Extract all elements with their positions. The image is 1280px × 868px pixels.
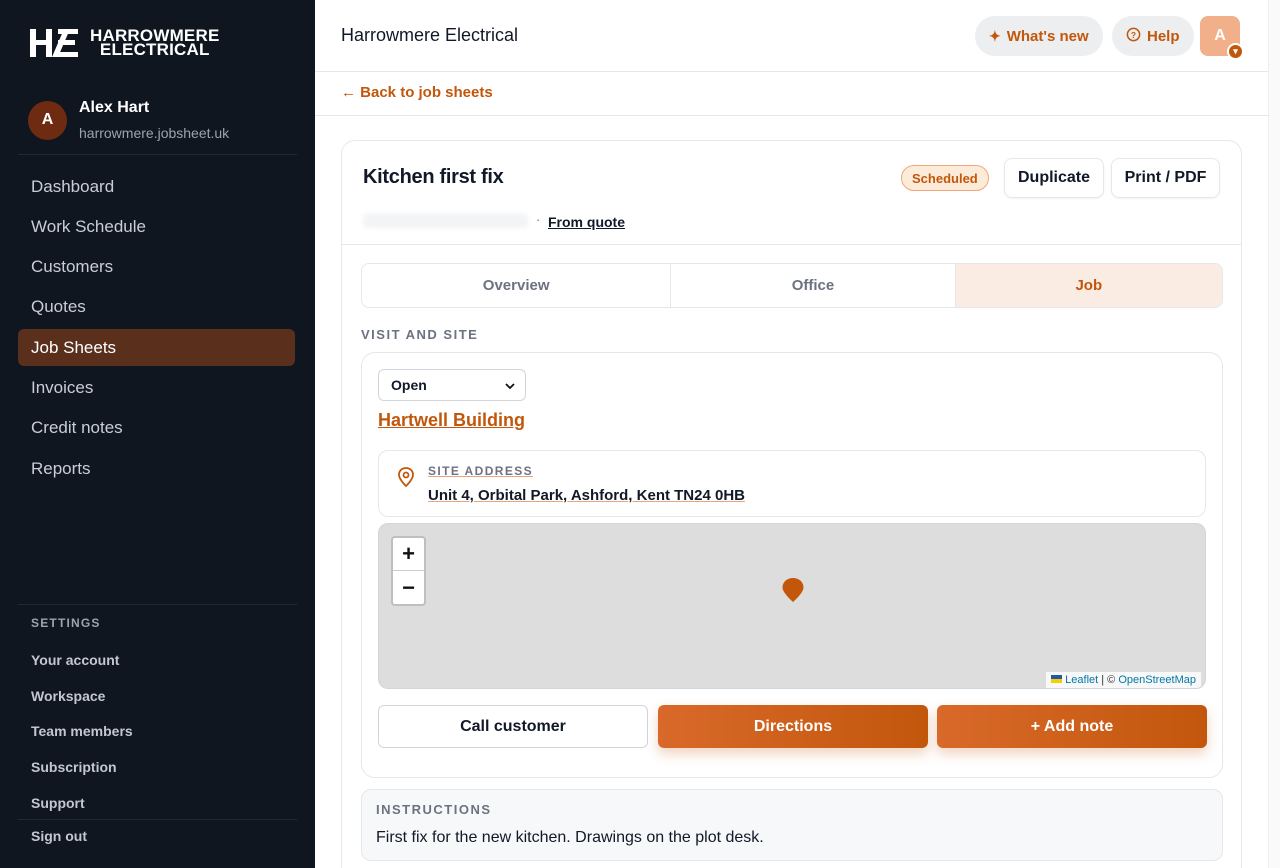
instructions-label: INSTRUCTIONS xyxy=(376,802,492,817)
add-note-button[interactable]: + Add note xyxy=(937,705,1207,748)
call-customer-button[interactable]: Call customer xyxy=(378,705,648,748)
job-title: Kitchen first fix xyxy=(363,166,504,188)
site-address-text[interactable]: Unit 4, Orbital Park, Ashford, Kent TN24… xyxy=(428,487,745,504)
tab-job[interactable]: Job xyxy=(955,264,1222,307)
from-quote-link[interactable]: From quote xyxy=(548,214,625,230)
map-marker-icon[interactable] xyxy=(781,576,805,604)
back-bar: ← Back to job sheets xyxy=(315,72,1280,116)
site-address-label: SITE ADDRESS xyxy=(428,464,534,478)
sidebar-item-job-sheets[interactable]: Job Sheets xyxy=(18,329,295,367)
sidebar-item-quotes[interactable]: Quotes xyxy=(18,289,295,326)
site-map[interactable]: + − Leaflet | © OpenStreetMap xyxy=(378,523,1206,689)
zoom-out-button[interactable]: − xyxy=(393,571,424,604)
location-pin-icon xyxy=(398,467,414,488)
settings-item-team-members[interactable]: Team members xyxy=(31,714,133,750)
help-circle-icon: ? xyxy=(1126,27,1141,45)
sidebar-item-work-schedule[interactable]: Work Schedule xyxy=(18,208,295,245)
chevron-down-icon xyxy=(505,377,515,393)
chevron-down-icon: ▾ xyxy=(1227,43,1244,60)
visit-section-label: VISIT AND SITE xyxy=(361,327,479,342)
whats-new-button[interactable]: ✦ What's new xyxy=(975,16,1103,56)
sidebar-item-dashboard[interactable]: Dashboard xyxy=(18,168,295,205)
settings-item-your-account[interactable]: Your account xyxy=(31,642,133,678)
directions-button[interactable]: Directions xyxy=(658,705,928,748)
instructions-panel: INSTRUCTIONS First fix for the new kitch… xyxy=(361,789,1223,861)
logo-mark-icon xyxy=(30,29,78,57)
app-title: Harrowmere Electrical xyxy=(341,25,519,45)
brand-logo[interactable]: HARROWMERE ELECTRICAL xyxy=(30,27,220,59)
back-to-job-sheets-link[interactable]: ← Back to job sheets xyxy=(341,84,493,101)
user-avatar: A xyxy=(28,100,67,140)
sidebar-item-customers[interactable]: Customers xyxy=(18,249,295,286)
settings-item-support[interactable]: Support xyxy=(31,785,133,821)
user-name: Alex Hart xyxy=(79,99,150,116)
user-domain: harrowmere.jobsheet.uk xyxy=(79,125,230,141)
brand-line-2: ELECTRICAL xyxy=(99,40,210,59)
brand-name: HARROWMERE ELECTRICAL xyxy=(90,27,220,59)
settings-item-workspace[interactable]: Workspace xyxy=(31,678,133,714)
site-name-link[interactable]: Hartwell Building xyxy=(378,410,525,431)
job-header: Kitchen first fix · From quote Scheduled… xyxy=(342,141,1241,245)
job-tabs: Overview Office Job xyxy=(361,263,1223,308)
sidebar-divider xyxy=(18,819,297,820)
site-address-box: SITE ADDRESS Unit 4, Orbital Park, Ashfo… xyxy=(378,450,1206,517)
ukraine-flag-icon xyxy=(1051,675,1063,683)
help-label: Help xyxy=(1147,27,1180,45)
visit-status-value: Open xyxy=(391,377,427,393)
settings-heading: SETTINGS xyxy=(31,616,101,630)
openstreetmap-link[interactable]: OpenStreetMap xyxy=(1118,674,1196,686)
attribution-separator: | © xyxy=(1101,674,1116,686)
sidebar-item-reports[interactable]: Reports xyxy=(18,450,295,487)
user-profile[interactable]: A Alex Hart harrowmere.jobsheet.uk xyxy=(28,99,229,141)
account-avatar-initial: A xyxy=(1214,27,1226,44)
instructions-text: First fix for the new kitchen. Drawings … xyxy=(376,829,764,846)
svg-text:?: ? xyxy=(1131,30,1136,40)
print-pdf-button[interactable]: Print / PDF xyxy=(1111,158,1220,198)
duplicate-button[interactable]: Duplicate xyxy=(1004,158,1104,198)
sparkle-icon: ✦ xyxy=(989,27,1001,44)
top-bar: Harrowmere Electrical ✦ What's new ? Hel… xyxy=(315,0,1280,72)
tab-office[interactable]: Office xyxy=(671,264,956,307)
map-attribution: Leaflet | © OpenStreetMap xyxy=(1046,672,1201,688)
tab-overview[interactable]: Overview xyxy=(362,264,672,307)
status-badge: Scheduled xyxy=(901,165,989,191)
visit-and-site-panel: Open Hartwell Building SITE ADDRESS Unit… xyxy=(361,352,1223,778)
settings-item-subscription[interactable]: Subscription xyxy=(31,749,133,785)
zoom-in-button[interactable]: + xyxy=(393,538,424,571)
sign-out-link[interactable]: Sign out xyxy=(31,828,87,844)
redacted-meta xyxy=(363,214,528,228)
account-avatar-button[interactable]: A ▾ xyxy=(1200,16,1244,60)
leaflet-link[interactable]: Leaflet xyxy=(1065,674,1098,686)
job-sheet-card: Kitchen first fix · From quote Scheduled… xyxy=(341,140,1242,868)
settings-nav: Your account Workspace Team members Subs… xyxy=(31,642,133,821)
sidebar-divider xyxy=(18,604,297,605)
page-scrollbar[interactable] xyxy=(1268,0,1280,868)
sidebar-nav: Dashboard Work Schedule Customers Quotes… xyxy=(18,168,295,490)
visit-status-select[interactable]: Open xyxy=(378,369,526,401)
sidebar-item-credit-notes[interactable]: Credit notes xyxy=(18,410,295,447)
map-zoom-control: + − xyxy=(391,536,426,606)
sidebar-divider xyxy=(18,154,297,155)
meta-separator: · xyxy=(536,212,541,227)
sidebar-item-invoices[interactable]: Invoices xyxy=(18,369,295,406)
whats-new-label: What's new xyxy=(1006,27,1089,45)
help-button[interactable]: ? Help xyxy=(1112,16,1194,56)
sidebar: HARROWMERE ELECTRICAL A Alex Hart harrow… xyxy=(0,0,315,868)
